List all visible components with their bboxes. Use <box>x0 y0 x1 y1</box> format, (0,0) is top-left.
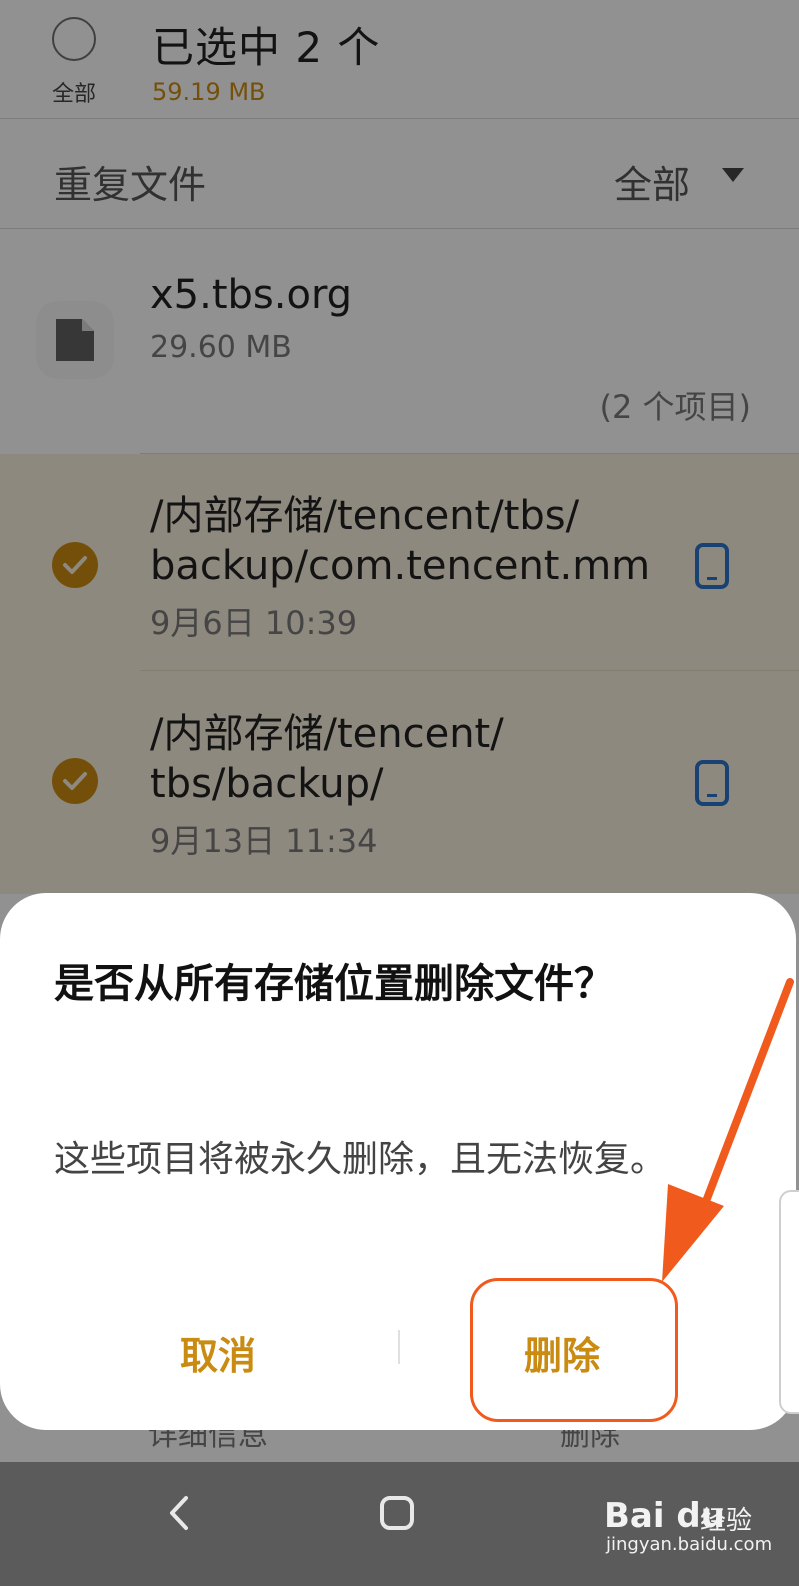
watermark-domain: jingyan.baidu.com <box>606 1534 773 1555</box>
cancel-button[interactable]: 取消 <box>180 1325 256 1380</box>
watermark-site: 经验 <box>700 1506 753 1536</box>
annotation-arrow-icon <box>662 978 794 1282</box>
dialog-title: 是否从所有存储位置删除文件？ <box>54 961 614 1007</box>
button-separator <box>398 1330 400 1364</box>
back-icon[interactable] <box>162 1492 198 1534</box>
annotation-highlight-box <box>470 1278 678 1422</box>
dialog-message: 这些项目将被永久删除，且无法恢复。 <box>54 1139 667 1180</box>
home-icon[interactable] <box>380 1496 414 1530</box>
